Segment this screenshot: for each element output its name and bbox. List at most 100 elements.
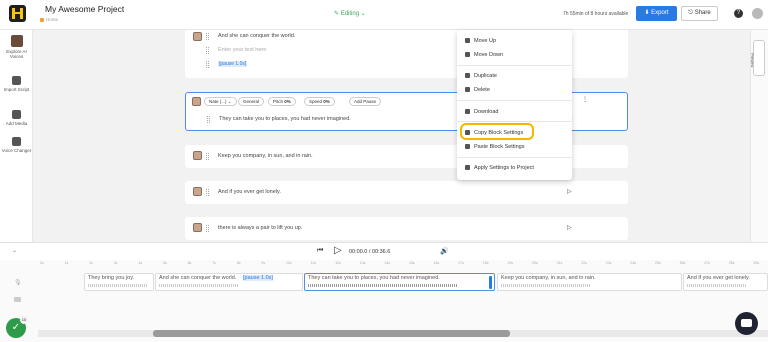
arrow-down-icon bbox=[465, 52, 470, 58]
usage-info: 7h 55min of 8 hours available bbox=[563, 11, 629, 17]
timeline-tick: 8s bbox=[236, 261, 241, 265]
timeline-tick: 16s bbox=[433, 261, 440, 265]
voice-avatar-icon bbox=[192, 97, 201, 106]
timeline-clip[interactable]: And if you ever get lonely. bbox=[683, 273, 768, 291]
text-input[interactable]: Enter your text here bbox=[218, 47, 266, 53]
app-logo[interactable] bbox=[9, 5, 26, 22]
scroll-thumb[interactable] bbox=[153, 330, 510, 337]
arrow-up-icon bbox=[465, 38, 470, 44]
drag-handle-icon[interactable] bbox=[207, 116, 210, 123]
timeline-tick: 17s bbox=[458, 261, 464, 265]
drag-handle-icon[interactable] bbox=[206, 189, 209, 196]
play-icon[interactable]: ▷ bbox=[334, 245, 342, 256]
pitch-control[interactable]: Pitch 0% bbox=[268, 97, 296, 106]
sidebar: Explore AI Voices Import Script Add Medi… bbox=[0, 30, 33, 242]
breadcrumb-home[interactable]: Home bbox=[46, 17, 58, 22]
drag-handle-icon[interactable] bbox=[206, 33, 209, 40]
timeline-tick: 9s bbox=[261, 261, 266, 265]
timeline-tick: 27s bbox=[704, 261, 710, 265]
menu-item-move-down[interactable]: Move Down bbox=[465, 52, 503, 58]
timeline-tick: 7s bbox=[212, 261, 216, 265]
timeline-tick: 28s bbox=[728, 261, 735, 265]
player-bar: ⌄ ⏮ ▷ 00:00.0 / 00:36.6 🔊 bbox=[0, 242, 768, 260]
home-icon bbox=[40, 17, 44, 22]
menu-item-duplicate[interactable]: Duplicate bbox=[465, 73, 497, 79]
speed-control[interactable]: Speed 0% bbox=[304, 97, 335, 106]
sidebar-item-add-media[interactable]: Add Media bbox=[0, 110, 33, 126]
editing-status[interactable]: ✎ Editing ⌄ bbox=[334, 10, 366, 17]
script-block[interactable]: And if you ever get lonely. ▷ bbox=[185, 181, 628, 204]
sidebar-item-explore-ai-voices[interactable]: Explore AI Voices bbox=[0, 35, 33, 59]
volume-icon[interactable]: 🔊 bbox=[440, 247, 449, 255]
drag-handle-icon[interactable] bbox=[206, 61, 209, 68]
import-icon bbox=[12, 76, 21, 85]
timeline-clip[interactable]: Keep you company, in sun, and in rain. bbox=[497, 273, 682, 291]
video-track-icon[interactable] bbox=[14, 297, 21, 302]
timeline-tick: 29s bbox=[753, 261, 760, 265]
project-title[interactable]: My Awesome Project bbox=[45, 4, 124, 14]
drag-handle-icon[interactable] bbox=[206, 47, 209, 54]
timeline-tick: 12s bbox=[335, 261, 341, 265]
block-text[interactable]: there is always a pair to lift you up. bbox=[218, 225, 302, 231]
playback-time: 00:00.0 / 00:36.6 bbox=[349, 249, 391, 255]
apply-icon bbox=[465, 165, 470, 171]
voice-select[interactable]: Nate (...) ⌄ bbox=[204, 97, 237, 106]
block-text[interactable]: They can take you to places, you had nev… bbox=[219, 116, 351, 122]
timeline-clip[interactable]: They bring you joy. bbox=[84, 273, 154, 291]
sidebar-item-voice-changer[interactable]: Voice Changer bbox=[0, 137, 33, 153]
script-block[interactable]: there is always a pair to lift you up. ▷ bbox=[185, 217, 628, 240]
timeline-tick: 15s bbox=[409, 261, 415, 265]
skip-back-icon[interactable]: ⏮ bbox=[317, 247, 323, 255]
block-text[interactable]: Keep you company, in sun, and in rain. bbox=[218, 153, 313, 159]
general-button[interactable]: General bbox=[238, 97, 265, 106]
voice-changer-icon bbox=[12, 137, 21, 146]
block-text[interactable]: And she can conquer the world. bbox=[218, 33, 295, 39]
drag-handle-icon[interactable] bbox=[206, 153, 209, 160]
voice-avatar-icon bbox=[10, 35, 23, 47]
timeline-tick: 4s bbox=[138, 261, 143, 265]
timeline-tick: 11s bbox=[310, 261, 316, 265]
script-editor: And she can conquer the world. Enter you… bbox=[33, 30, 768, 242]
block-text[interactable]: And if you ever get lonely. bbox=[218, 189, 281, 195]
timeline-tick: 13s bbox=[359, 261, 366, 265]
trash-icon bbox=[465, 87, 470, 93]
chat-icon bbox=[741, 319, 752, 327]
chat-button[interactable] bbox=[735, 312, 758, 335]
sidebar-item-import-script[interactable]: Import Script bbox=[0, 76, 33, 92]
menu-item-move-up[interactable]: Move Up bbox=[465, 38, 496, 44]
breadcrumb[interactable]: Home bbox=[40, 17, 58, 22]
timeline-scrollbar[interactable] bbox=[38, 330, 768, 337]
timeline-tick: 14s bbox=[384, 261, 391, 265]
top-header: My Awesome Project Home ✎ Editing ⌄ 7h 5… bbox=[0, 0, 768, 30]
mic-icon[interactable]: 🎙 bbox=[14, 279, 22, 286]
menu-item-apply-settings-to-project[interactable]: Apply Settings to Project bbox=[465, 165, 534, 171]
timeline-tick: 19s bbox=[507, 261, 514, 265]
menu-item-delete[interactable]: Delete bbox=[465, 87, 490, 93]
timeline-tick: 24s bbox=[630, 261, 637, 265]
drag-handle-icon[interactable] bbox=[206, 225, 209, 232]
pause-tag[interactable]: [pause 1.0s] bbox=[218, 61, 248, 67]
timeline-tick: 1s bbox=[64, 261, 69, 265]
share-button[interactable]: ⎋ Share bbox=[681, 6, 718, 21]
play-icon[interactable]: ▷ bbox=[567, 224, 572, 231]
timeline-clip[interactable]: And she can conquer the world. [pause 1.0… bbox=[155, 273, 303, 291]
menu-item-paste-block-settings[interactable]: Paste Block Settings bbox=[465, 144, 524, 150]
menu-divider bbox=[457, 121, 572, 122]
user-avatar[interactable] bbox=[752, 8, 763, 19]
timeline-tick: 20s bbox=[532, 261, 538, 265]
help-icon[interactable]: ? bbox=[734, 9, 743, 18]
download-icon bbox=[465, 109, 470, 115]
preview-tab[interactable]: Preview bbox=[750, 40, 765, 76]
more-options-icon[interactable]: ⋮ bbox=[582, 96, 588, 103]
timeline-clip-selected[interactable]: They can take you to places, you had nev… bbox=[304, 273, 495, 291]
play-icon[interactable]: ▷ bbox=[567, 188, 572, 195]
menu-item-download[interactable]: Download bbox=[465, 109, 498, 115]
duplicate-icon bbox=[465, 73, 470, 79]
collapse-icon[interactable]: ⌄ bbox=[12, 247, 17, 254]
voice-avatar-icon bbox=[193, 223, 202, 232]
add-pause-button[interactable]: Add Pause bbox=[349, 97, 382, 106]
timeline-tick: 5s bbox=[163, 261, 167, 265]
timeline-tick: 21s bbox=[556, 261, 563, 265]
export-button[interactable]: ⬇ Export bbox=[636, 6, 677, 21]
status-count: 10 bbox=[20, 316, 28, 324]
